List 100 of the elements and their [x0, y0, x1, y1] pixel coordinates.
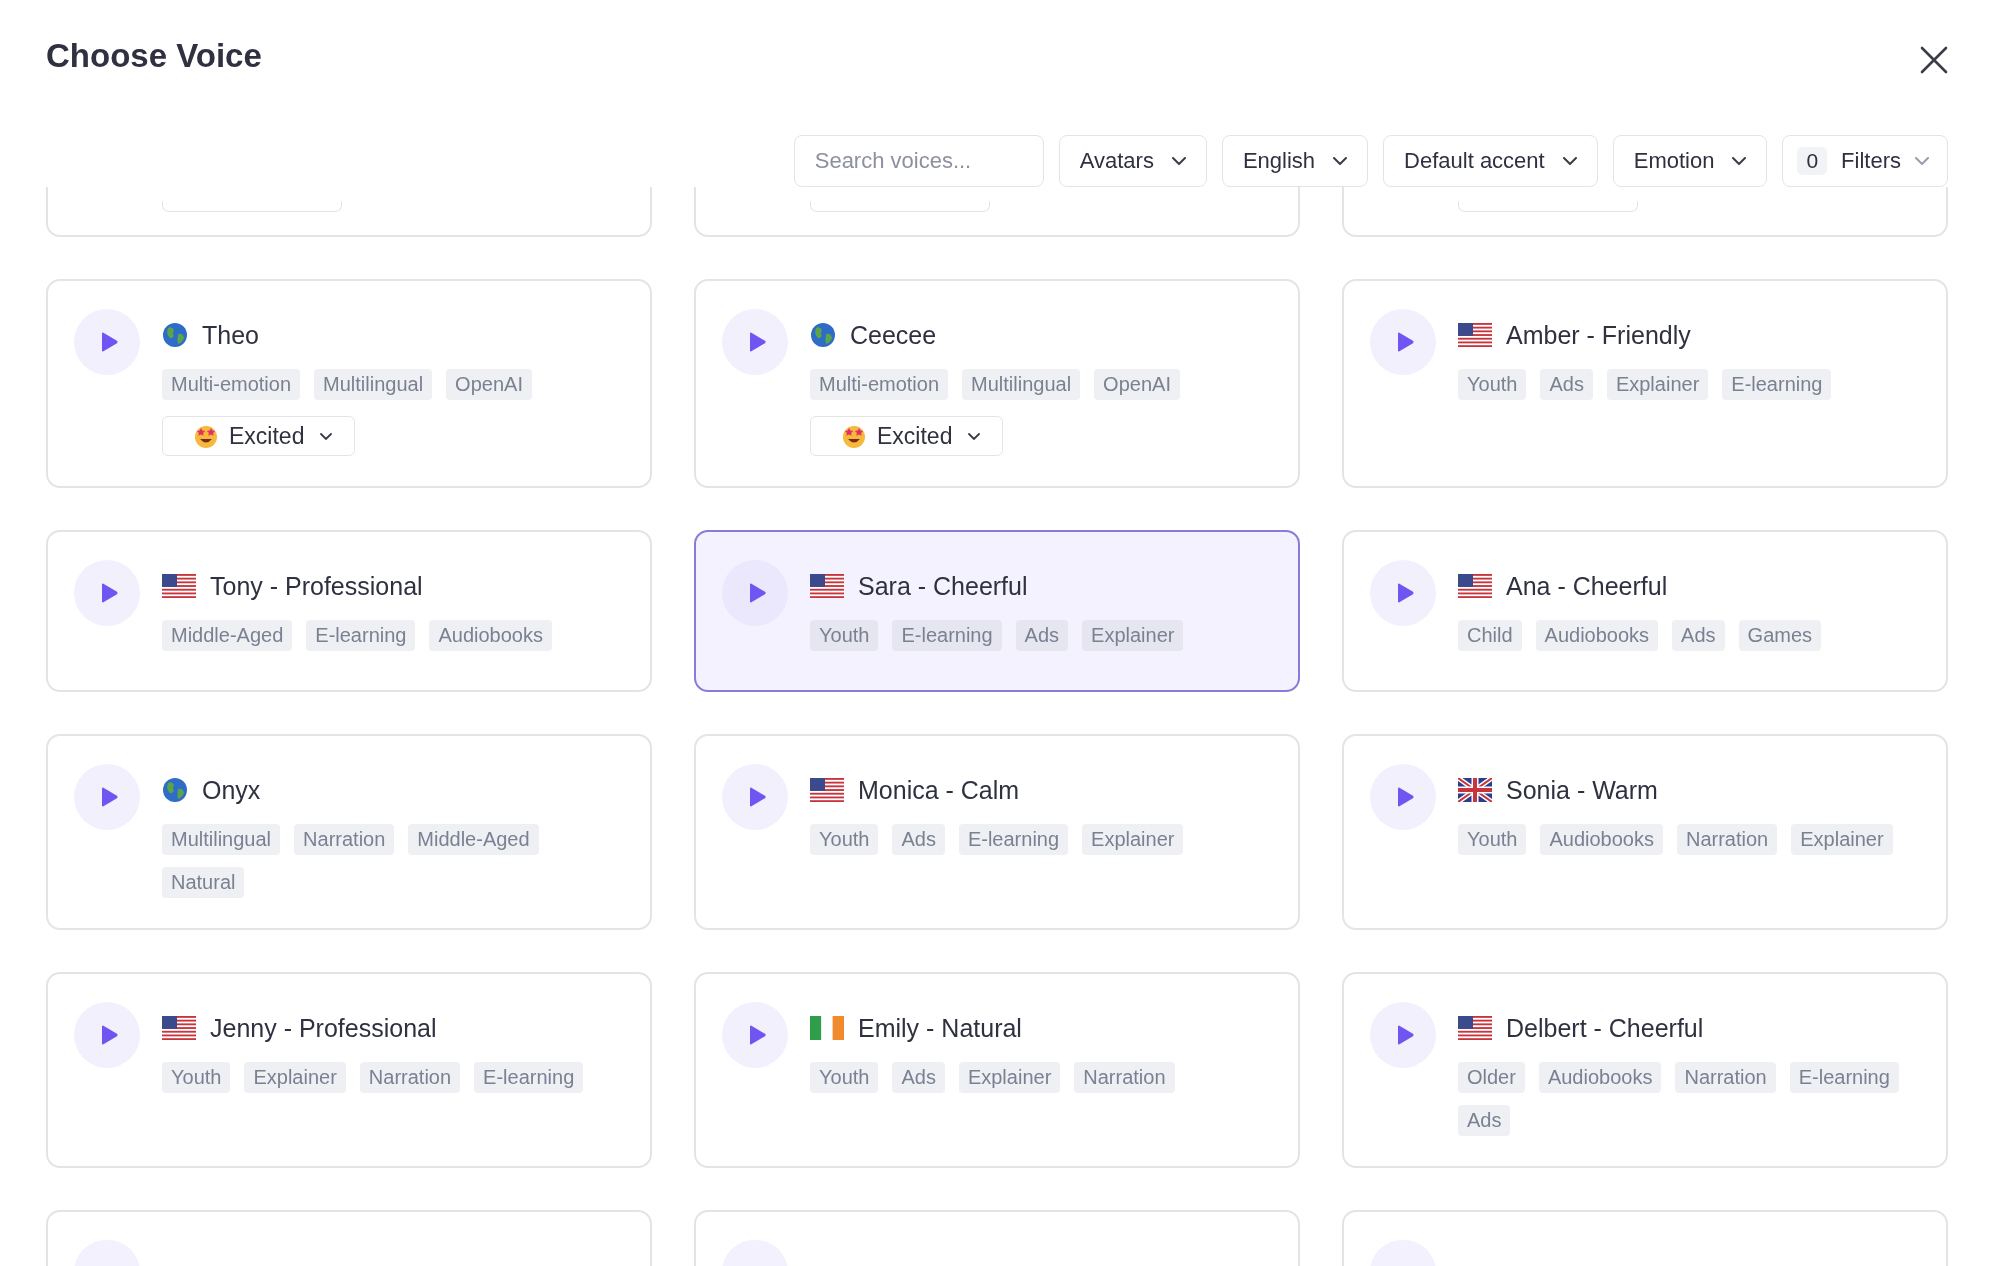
voice-tag: Ads	[892, 824, 945, 855]
play-icon	[99, 582, 119, 604]
filter-dropdown[interactable]: Avatars	[1058, 135, 1207, 187]
voice-tag: Youth	[810, 824, 879, 855]
voice-name: Onyx	[202, 775, 261, 805]
voice-card[interactable]: Emily - Natural Youth Ads Explainer Narration	[694, 972, 1300, 1168]
play-icon	[747, 1024, 767, 1046]
voice-card[interactable]: Sara - Cheerful Youth E-learning Ads Explainer	[694, 530, 1300, 692]
voice-tag: E-learning	[1789, 1062, 1899, 1093]
voice-tag: Explainer	[958, 1062, 1061, 1093]
voice-tag: Audiobooks	[1540, 824, 1663, 855]
voice-tag: Youth	[1458, 369, 1527, 400]
mood-select[interactable]: Excited	[162, 416, 356, 456]
voice-tag: Explainer	[1082, 824, 1184, 855]
voice-card[interactable]: Sonia - Warm Youth Audiobooks Narration Explainer	[1342, 734, 1948, 930]
flag-icon	[1458, 323, 1492, 347]
play-icon	[1395, 331, 1415, 353]
mood-select[interactable]: Excited	[810, 416, 1004, 456]
voice-name: Theo	[202, 320, 259, 350]
flag-icon	[810, 1016, 844, 1040]
search-field[interactable]: Search voices...	[793, 135, 1044, 187]
voice-tag: Middle-Aged	[162, 620, 293, 651]
voice-tag: Youth	[810, 620, 879, 651]
voice-tag: OpenAI	[446, 369, 532, 400]
voice-tag: E-learning	[306, 620, 416, 651]
voice-card[interactable]: Tony - Professional Middle-Aged E-learning Audiobooks	[46, 530, 652, 692]
voice-tag: Games	[1738, 620, 1822, 651]
voice-tag: OpenAI	[1094, 369, 1180, 400]
voice-card[interactable]: Onyx Multilingual Narration Middle-Aged Natural	[46, 734, 652, 930]
globe-icon	[810, 322, 836, 348]
voice-name: Jenny - Professional	[210, 1013, 437, 1043]
voice-card[interactable]: Monica - Calm Youth Ads E-learning Explainer	[694, 734, 1300, 930]
flag-icon	[1458, 1016, 1492, 1040]
voice-tag: Audiobooks	[1538, 1062, 1662, 1093]
voice-tag: Youth	[810, 1062, 879, 1093]
voice-tag: Narration	[1676, 824, 1778, 855]
chevron-icon	[968, 432, 981, 440]
voice-card[interactable]: Ceecee Multi-emotion Multilingual OpenAI Excited	[694, 279, 1300, 488]
voice-tag: Natural	[162, 867, 245, 898]
voice-tag: Explainer	[244, 1062, 346, 1093]
voice-tag: Older	[1458, 1062, 1525, 1093]
play-icon	[1395, 786, 1415, 808]
play-icon	[747, 331, 767, 353]
chevron-icon	[1915, 157, 1929, 165]
flag-icon	[1458, 778, 1492, 802]
play-icon	[747, 582, 767, 604]
voice-tag: Narration	[1074, 1062, 1175, 1093]
flag-icon	[1458, 574, 1492, 598]
filters-label: Filters	[1841, 148, 1901, 174]
voice-card[interactable]: Jenny - Professional Youth Explainer Narration E-learning	[46, 972, 652, 1168]
voice-tag: Narration	[1675, 1062, 1776, 1093]
voice-name: Delbert - Cheerful	[1506, 1013, 1704, 1043]
voice-tag: Explainer	[1082, 620, 1184, 651]
voice-tag: Narration	[359, 1062, 461, 1093]
voice-tag: E-learning	[474, 1062, 584, 1093]
voice-tag: Ads	[1458, 1105, 1511, 1136]
voice-tag: Child	[1458, 620, 1522, 651]
filters-button[interactable]: 0 Filters	[1782, 135, 1948, 187]
flag-icon	[162, 1016, 196, 1040]
filter-dropdown[interactable]: Emotion	[1612, 135, 1768, 187]
chevron-icon	[1333, 157, 1348, 165]
voice-tag: Ads	[1672, 620, 1725, 651]
voice-name: Ceecee	[850, 320, 937, 350]
voice-name: Sonia - Warm	[1506, 775, 1658, 805]
voice-tag: Explainer	[1791, 824, 1893, 855]
globe-icon	[162, 322, 188, 348]
voice-tag: Youth	[162, 1062, 231, 1093]
voice-tag: Multilingual	[314, 369, 433, 400]
voice-tag: Ads	[1015, 620, 1069, 651]
play-icon	[1395, 1024, 1415, 1046]
dialog-title: Choose Voice	[46, 36, 262, 76]
chevron-icon	[320, 432, 333, 440]
close-icon[interactable]	[1920, 46, 1948, 74]
chevron-icon	[1171, 157, 1186, 165]
chevron-icon	[1562, 157, 1577, 165]
voice-tag: Middle-Aged	[408, 824, 539, 855]
filter-count-badge: 0	[1797, 147, 1828, 175]
globe-icon	[162, 777, 188, 803]
chevron-icon	[1732, 157, 1747, 165]
voice-tag: Multilingual	[162, 824, 281, 855]
voice-name: Emily - Natural	[858, 1013, 1022, 1043]
filter-dropdown[interactable]: Default accent	[1383, 135, 1598, 187]
voice-name: Tony - Professional	[210, 571, 423, 601]
voice-tag: Audiobooks	[1535, 620, 1659, 651]
voice-tag: Audiobooks	[429, 620, 552, 651]
flag-icon	[162, 574, 196, 598]
flag-icon	[810, 574, 844, 598]
voice-tag: Multi-emotion	[162, 369, 301, 400]
voice-card[interactable]: Amber - Friendly Youth Ads Explainer E-learning	[1342, 279, 1948, 488]
play-icon	[99, 1024, 119, 1046]
voice-card[interactable]: Theo Multi-emotion Multilingual OpenAI Excited	[46, 279, 652, 488]
voice-tag: Narration	[294, 824, 395, 855]
voice-name: Monica - Calm	[858, 775, 1020, 805]
play-icon	[747, 786, 767, 808]
flag-icon	[810, 778, 844, 802]
voice-card[interactable]: Ana - Cheerful Child Audiobooks Ads Games	[1342, 530, 1948, 692]
voice-card[interactable]: Delbert - Cheerful Older Audiobooks Narration E-learning Ads	[1342, 972, 1948, 1168]
filter-dropdown[interactable]: English	[1221, 135, 1369, 187]
voice-tag: Ads	[892, 1062, 945, 1093]
voice-tag: Youth	[1458, 824, 1527, 855]
